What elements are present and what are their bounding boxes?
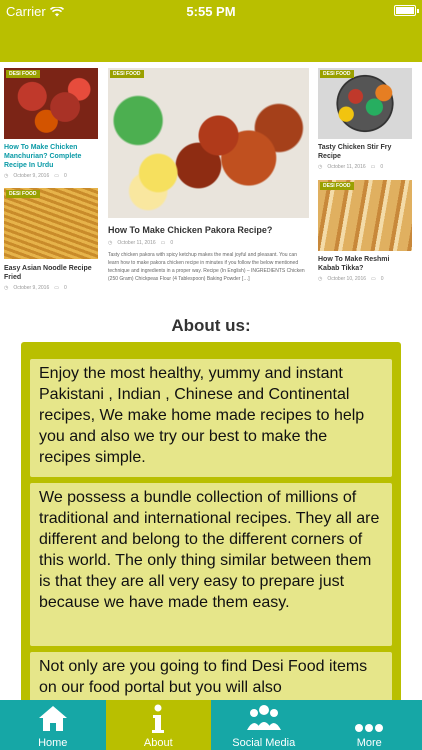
- posts-grid: DESI FOOD How To Make Chicken Manchurian…: [0, 62, 422, 307]
- info-icon: [152, 704, 165, 733]
- post-image[interactable]: DESI FOOD: [4, 68, 98, 139]
- tab-home[interactable]: Home: [0, 700, 106, 750]
- category-badge[interactable]: DESI FOOD: [320, 182, 354, 190]
- tab-social-media-label[interactable]: Social Media: [211, 737, 317, 749]
- post-card-manchurian[interactable]: DESI FOOD How To Make Chicken Manchurian…: [4, 68, 98, 179]
- home-icon: [38, 706, 67, 731]
- comment-icon: ▭: [370, 164, 376, 170]
- clock-icon: ◷: [318, 164, 323, 170]
- tab-more-label[interactable]: More: [317, 737, 422, 749]
- category-badge[interactable]: DESI FOOD: [110, 70, 144, 78]
- comment-icon: ▭: [371, 276, 376, 282]
- status-time: 5:55 PM: [186, 4, 236, 19]
- post-comments: 0: [170, 240, 174, 246]
- clock-icon: ◷: [318, 276, 323, 282]
- post-card-kabab[interactable]: DESI FOOD How To Make Reshmi Kabab Tikka…: [318, 180, 412, 282]
- post-image[interactable]: DESI FOOD: [318, 68, 412, 139]
- post-title[interactable]: Tasty Chicken Stir Fry Recipe: [318, 143, 412, 161]
- comment-icon: ▭: [160, 240, 166, 246]
- tab-social-media[interactable]: Social Media: [211, 700, 317, 750]
- post-card-stirfry[interactable]: DESI FOOD Tasty Chicken Stir Fry Recipe …: [318, 68, 412, 170]
- post-comments: 0: [63, 285, 67, 291]
- about-heading: About us:: [171, 316, 251, 335]
- tab-more[interactable]: More: [317, 700, 422, 750]
- comment-icon: ▭: [54, 285, 59, 291]
- post-meta: ◷ October 11, 2016 ▭ 0: [318, 164, 412, 170]
- battery-icon: [394, 5, 419, 16]
- post-date: October 11, 2016: [327, 164, 366, 170]
- post-title[interactable]: Easy Asian Noodle Recipe Fried: [4, 264, 98, 282]
- post-card-noodle[interactable]: DESI FOOD Easy Asian Noodle Recipe Fried…: [4, 188, 98, 291]
- clock-icon: ◷: [4, 173, 9, 179]
- tab-home-label[interactable]: Home: [0, 737, 106, 749]
- about-panel[interactable]: Enjoy the most healthy, yummy and instan…: [21, 342, 401, 742]
- post-date: October 10, 2016: [327, 276, 367, 282]
- post-image[interactable]: DESI FOOD: [108, 68, 309, 218]
- post-comments: 0: [380, 276, 384, 282]
- post-title[interactable]: How To Make Reshmi Kabab Tikka?: [318, 255, 412, 273]
- post-meta: ◷ October 9, 2016 ▭ 0: [4, 285, 98, 291]
- comment-icon: ▭: [54, 173, 59, 179]
- post-title[interactable]: How To Make Chicken Manchurian? Complete…: [4, 143, 98, 170]
- category-badge[interactable]: DESI FOOD: [320, 70, 354, 78]
- post-date: October 11, 2016: [117, 240, 156, 246]
- post-image[interactable]: DESI FOOD: [318, 180, 412, 251]
- tab-bar: Home About Social Media More: [0, 700, 422, 750]
- post-comments: 0: [63, 173, 67, 179]
- post-meta: ◷ October 11, 2016 ▭ 0: [108, 240, 309, 246]
- nav-bar: Carrier 5:55 PM: [0, 0, 422, 62]
- post-meta: ◷ October 10, 2016 ▭ 0: [318, 276, 412, 282]
- post-card-pakora[interactable]: DESI FOOD How To Make Chicken Pakora Rec…: [108, 68, 309, 283]
- post-comments: 0: [380, 164, 384, 170]
- clock-icon: ◷: [108, 240, 113, 246]
- post-title[interactable]: How To Make Chicken Pakora Recipe?: [108, 225, 309, 235]
- people-icon: [246, 705, 281, 730]
- more-icon: [355, 724, 384, 732]
- category-badge[interactable]: DESI FOOD: [6, 190, 40, 198]
- post-date: October 9, 2016: [13, 173, 50, 179]
- about-paragraph-1: Enjoy the most healthy, yummy and instan…: [30, 359, 392, 477]
- post-excerpt: Tasty chicken pakora with spicy ketchup …: [108, 252, 305, 282]
- tab-about[interactable]: About: [105, 700, 212, 750]
- category-badge[interactable]: DESI FOOD: [6, 70, 40, 78]
- post-date: October 9, 2016: [13, 285, 50, 291]
- status-bar: Carrier 5:55 PM: [0, 0, 422, 22]
- clock-icon: ◷: [4, 285, 9, 291]
- post-image[interactable]: DESI FOOD: [4, 188, 98, 259]
- post-meta: ◷ October 9, 2016 ▭ 0: [4, 173, 98, 179]
- about-paragraph-2: We possess a bundle collection of millio…: [30, 483, 392, 646]
- tab-about-label[interactable]: About: [106, 737, 212, 749]
